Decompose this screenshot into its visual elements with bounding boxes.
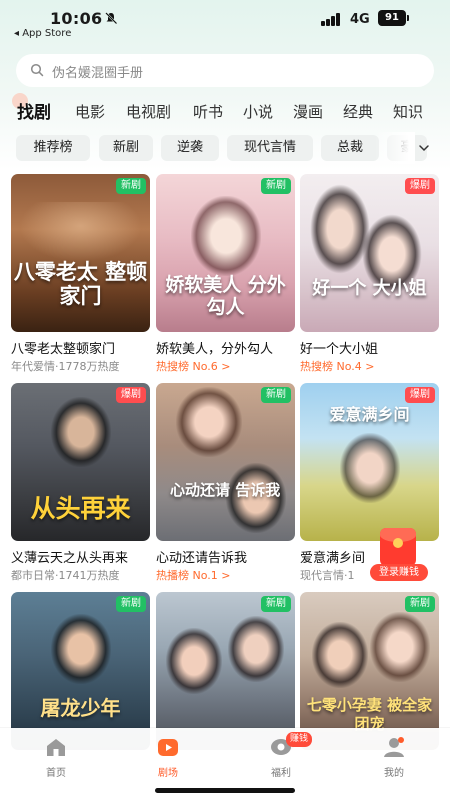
card-rank-link[interactable]: 热搜榜 No.6 >: [156, 358, 230, 374]
tab-classic[interactable]: 经典: [343, 101, 373, 122]
tab-find-drama[interactable]: 找剧: [17, 98, 51, 123]
chip-new-drama[interactable]: 新剧: [99, 135, 153, 161]
nav-profile[interactable]: 我的: [364, 736, 424, 782]
card-rank-link[interactable]: 热播榜 No.1 >: [156, 567, 230, 583]
poster-title: 好一个 大小姐: [312, 278, 427, 299]
poster-title: 爱意满乡间: [329, 405, 410, 424]
card-rank-link[interactable]: 热搜榜 No.4 >: [300, 358, 374, 374]
chevron-down-icon[interactable]: [418, 142, 430, 154]
home-icon: [47, 739, 65, 756]
search-bar[interactable]: 伪名媛混圈手册: [16, 54, 434, 87]
welfare-badge: 赚钱: [286, 732, 313, 747]
login-bonus-label: 登录赚钱: [370, 564, 428, 581]
tab-comic[interactable]: 漫画: [293, 101, 323, 122]
card-title: 义薄云天之从头再来: [11, 551, 129, 566]
poster-image: 好一个 大小姐 爆剧: [300, 174, 439, 332]
poster-image: 七零小孕妻 被全家团宠 新剧: [300, 592, 439, 750]
chip-ceo[interactable]: 总裁: [321, 135, 379, 161]
nav-label: 福利: [271, 768, 291, 779]
category-tabs: 找剧 电影 电视剧 听书 小说 漫画 经典 知识: [0, 98, 450, 126]
search-placeholder: 伪名媛混圈手册: [52, 66, 144, 81]
tab-movie[interactable]: 电影: [75, 101, 105, 122]
theater-play-icon: [158, 739, 178, 756]
badge-new: 新剧: [116, 596, 146, 612]
nav-theater[interactable]: 剧场: [138, 736, 198, 782]
poster-title: 屠龙少年: [40, 696, 121, 720]
poster-title: 八零老太 整顿家门: [13, 259, 148, 308]
poster-image: 八零老太 整顿家门 新剧: [11, 174, 150, 332]
poster-title: 从头再来: [30, 494, 131, 523]
tab-audiobook[interactable]: 听书: [193, 101, 223, 122]
chip-modern-romance[interactable]: 现代言情: [227, 135, 313, 161]
tab-tv-series[interactable]: 电视剧: [126, 101, 171, 122]
nav-label: 剧场: [158, 768, 178, 779]
battery-icon: 91: [378, 10, 409, 26]
poster-image: 屠龙少年 新剧: [11, 592, 150, 750]
nav-home[interactable]: 首页: [26, 736, 86, 782]
badge-new: 新剧: [261, 178, 291, 194]
poster-title: 心动还请 告诉我: [170, 481, 281, 499]
signal-icon: [321, 13, 341, 26]
nav-label: 我的: [384, 768, 404, 779]
chips-fade: [375, 132, 415, 164]
back-to-app-store[interactable]: ◂ App Store: [14, 28, 71, 39]
poster-image: 娇软美人 分外勾人 新剧: [156, 174, 295, 332]
card-title: 娇软美人，分外勾人: [156, 342, 274, 357]
chip-recommend-rank[interactable]: 推荐榜: [16, 135, 90, 161]
card-title: 好一个大小姐: [300, 342, 379, 357]
card-title: 心动还请告诉我: [156, 551, 248, 566]
poster-image: 心动还请 告诉我 新剧: [156, 383, 295, 541]
silent-bell-icon: [105, 12, 118, 25]
card-subtitle: 现代言情·1: [300, 569, 355, 582]
search-icon: [30, 63, 44, 77]
chip-comeback[interactable]: 逆袭: [161, 135, 219, 161]
network-type: 4G: [350, 12, 370, 27]
poster-image: 新剧: [156, 592, 295, 750]
card-subtitle: 年代爱情·1778万热度: [11, 360, 120, 373]
badge-new: 新剧: [261, 596, 291, 612]
nav-label: 首页: [46, 768, 66, 779]
profile-icon: [384, 737, 404, 757]
badge-hot: 爆剧: [405, 387, 435, 403]
badge-hot: 爆剧: [405, 178, 435, 194]
red-envelope-icon: [380, 528, 416, 566]
poster-title: 娇软美人 分外勾人: [165, 274, 286, 318]
login-bonus-button[interactable]: 登录赚钱: [370, 528, 428, 582]
badge-new: 新剧: [261, 387, 291, 403]
clock: 10:06: [50, 9, 103, 28]
badge-hot: 爆剧: [116, 387, 146, 403]
status-bar: 10:06 ◂ App Store 4G 91: [0, 0, 450, 46]
poster-image: 爱意满乡间 爆剧: [300, 383, 439, 541]
card-title: 八零老太整顿家门: [11, 342, 116, 357]
card-subtitle: 都市日常·1741万热度: [11, 569, 120, 582]
home-indicator[interactable]: [155, 788, 295, 793]
poster-image: 从头再来 爆剧: [11, 383, 150, 541]
badge-new: 新剧: [405, 596, 435, 612]
tab-knowledge[interactable]: 知识: [393, 101, 423, 122]
card-title: 爱意满乡间: [300, 551, 366, 566]
badge-new: 新剧: [116, 178, 146, 194]
tab-novel[interactable]: 小说: [243, 101, 273, 122]
